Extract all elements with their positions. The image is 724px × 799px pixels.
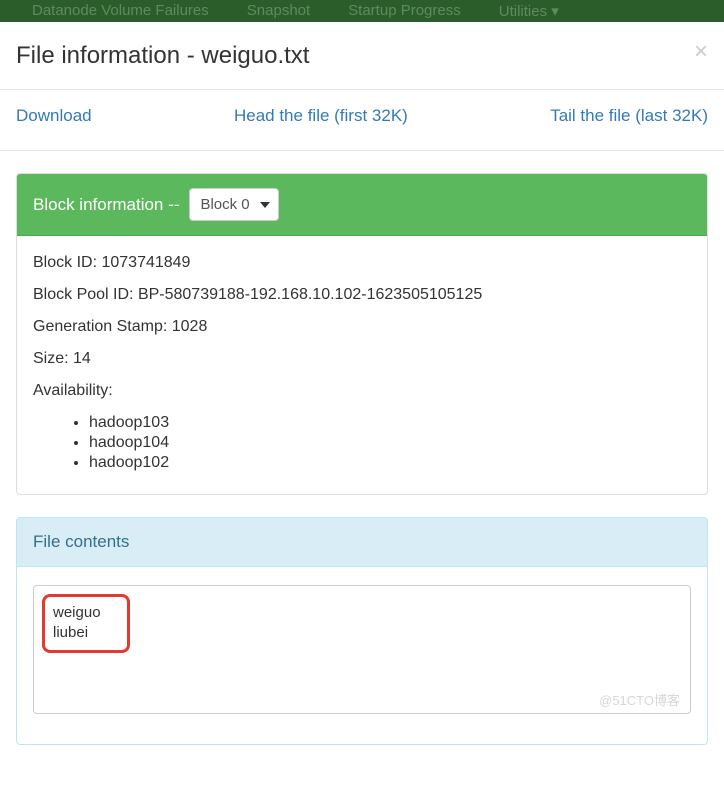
block-info-heading-label: Block information -- <box>33 195 179 215</box>
nav-item-snapshot[interactable]: Snapshot <box>247 0 310 19</box>
block-pool-label: Block Pool ID: <box>33 286 138 303</box>
size-row: Size: 14 <box>33 350 691 368</box>
block-select[interactable]: Block 0 <box>189 188 279 221</box>
watermark: @51CTO博客 <box>599 690 680 709</box>
availability-list: hadoop103 hadoop104 hadoop102 <box>33 414 691 472</box>
file-contents-body: weiguo liubei @51CTO博客 <box>17 567 707 744</box>
file-actions: Download Head the file (first 32K) Tail … <box>0 90 724 151</box>
file-line: liubei <box>53 623 101 643</box>
file-info-modal: File information - weiguo.txt × Download… <box>0 22 724 745</box>
genstamp-label: Generation Stamp: <box>33 318 172 335</box>
list-item: hadoop102 <box>89 454 691 472</box>
top-nav: Datanode Volume Failures Snapshot Startu… <box>0 0 724 22</box>
highlight-annotation: weiguo liubei <box>42 594 130 653</box>
block-id-label: Block ID: <box>33 254 101 271</box>
file-line: weiguo <box>53 603 101 623</box>
nav-item-utilities[interactable]: Utilities ▾ <box>499 0 559 20</box>
modal-header: File information - weiguo.txt × <box>0 22 724 90</box>
block-info-body: Block ID: 1073741849 Block Pool ID: BP-5… <box>17 236 707 494</box>
availability-label: Availability: <box>33 382 691 400</box>
list-item: hadoop103 <box>89 414 691 432</box>
close-icon[interactable]: × <box>694 40 708 64</box>
download-link[interactable]: Download <box>16 106 92 126</box>
block-id-row: Block ID: 1073741849 <box>33 254 691 272</box>
block-id-value: 1073741849 <box>101 254 190 271</box>
file-contents-textarea[interactable]: weiguo liubei @51CTO博客 <box>33 585 691 714</box>
size-value: 14 <box>73 350 91 367</box>
nav-item-startup[interactable]: Startup Progress <box>348 0 461 19</box>
nav-item-datanode[interactable]: Datanode Volume Failures <box>32 0 209 19</box>
block-pool-value: BP-580739188-192.168.10.102-162350510512… <box>138 286 482 303</box>
genstamp-row: Generation Stamp: 1028 <box>33 318 691 336</box>
modal-title: File information - weiguo.txt <box>16 40 309 71</box>
head-file-link[interactable]: Head the file (first 32K) <box>234 106 408 126</box>
block-info-panel: Block information -- Block 0 Block ID: 1… <box>16 173 708 495</box>
genstamp-value: 1028 <box>172 318 208 335</box>
tail-file-link[interactable]: Tail the file (last 32K) <box>550 106 708 126</box>
size-label: Size: <box>33 350 73 367</box>
list-item: hadoop104 <box>89 434 691 452</box>
block-info-heading: Block information -- Block 0 <box>17 174 707 236</box>
file-contents-panel: File contents weiguo liubei @51CTO博客 <box>16 517 708 745</box>
file-contents-heading: File contents <box>17 518 707 567</box>
block-pool-row: Block Pool ID: BP-580739188-192.168.10.1… <box>33 286 691 304</box>
